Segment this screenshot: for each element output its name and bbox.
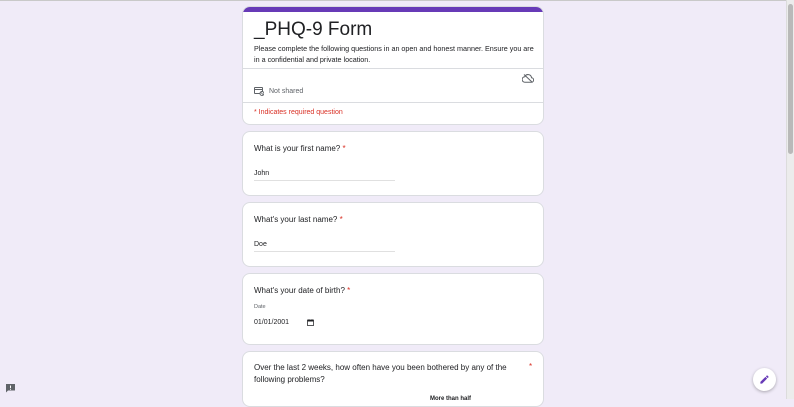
window-top-border (0, 0, 794, 1)
share-status-text: Not shared (269, 88, 304, 95)
form-header-card: _PHQ-9 Form Please complete the followin… (242, 6, 544, 125)
form-title: _PHQ-9 Form (254, 19, 373, 40)
scrollbar-thumb[interactable] (788, 4, 793, 154)
date-field-label: Date (254, 304, 266, 310)
header-divider (243, 68, 543, 69)
question-card-last-name: What's your last name? * Doe (242, 202, 544, 267)
cloud-icon[interactable] (522, 74, 534, 83)
last-name-input[interactable]: Doe (254, 241, 267, 248)
required-asterisk: * (529, 362, 533, 371)
edit-button[interactable] (753, 368, 776, 391)
question-title: What is your first name? * (254, 144, 346, 153)
edit-icon (760, 375, 769, 384)
form-description: Please complete the following questions … (254, 44, 534, 64)
question-title: What's your date of birth? * (254, 286, 350, 295)
input-underline (254, 180, 395, 181)
question-text: What is your first name? (254, 144, 341, 153)
question-card-date-of-birth: What's your date of birth? * Date 01/01/… (242, 273, 544, 345)
question-text: What's your last name? (254, 215, 338, 224)
question-card-first-name: What is your first name? * John (242, 131, 544, 196)
question-text: What's your date of birth? (254, 286, 345, 295)
first-name-input[interactable]: John (254, 170, 269, 177)
header-divider-2 (243, 102, 543, 103)
input-underline (254, 251, 395, 252)
question-title: What's your last name? * (254, 215, 343, 224)
required-note: * Indicates required question (254, 109, 343, 116)
required-asterisk: * (342, 144, 346, 153)
grid-column-header: More than half (430, 396, 472, 402)
share-status-icon (254, 87, 264, 96)
accent-bar (243, 7, 543, 12)
calendar-icon[interactable] (307, 319, 314, 326)
date-of-birth-input[interactable]: 01/01/2001 (254, 319, 289, 326)
question-text: Over the last 2 weeks, how often have yo… (254, 363, 507, 384)
required-asterisk: * (347, 286, 351, 295)
required-asterisk: * (339, 215, 343, 224)
report-icon[interactable] (5, 383, 16, 393)
